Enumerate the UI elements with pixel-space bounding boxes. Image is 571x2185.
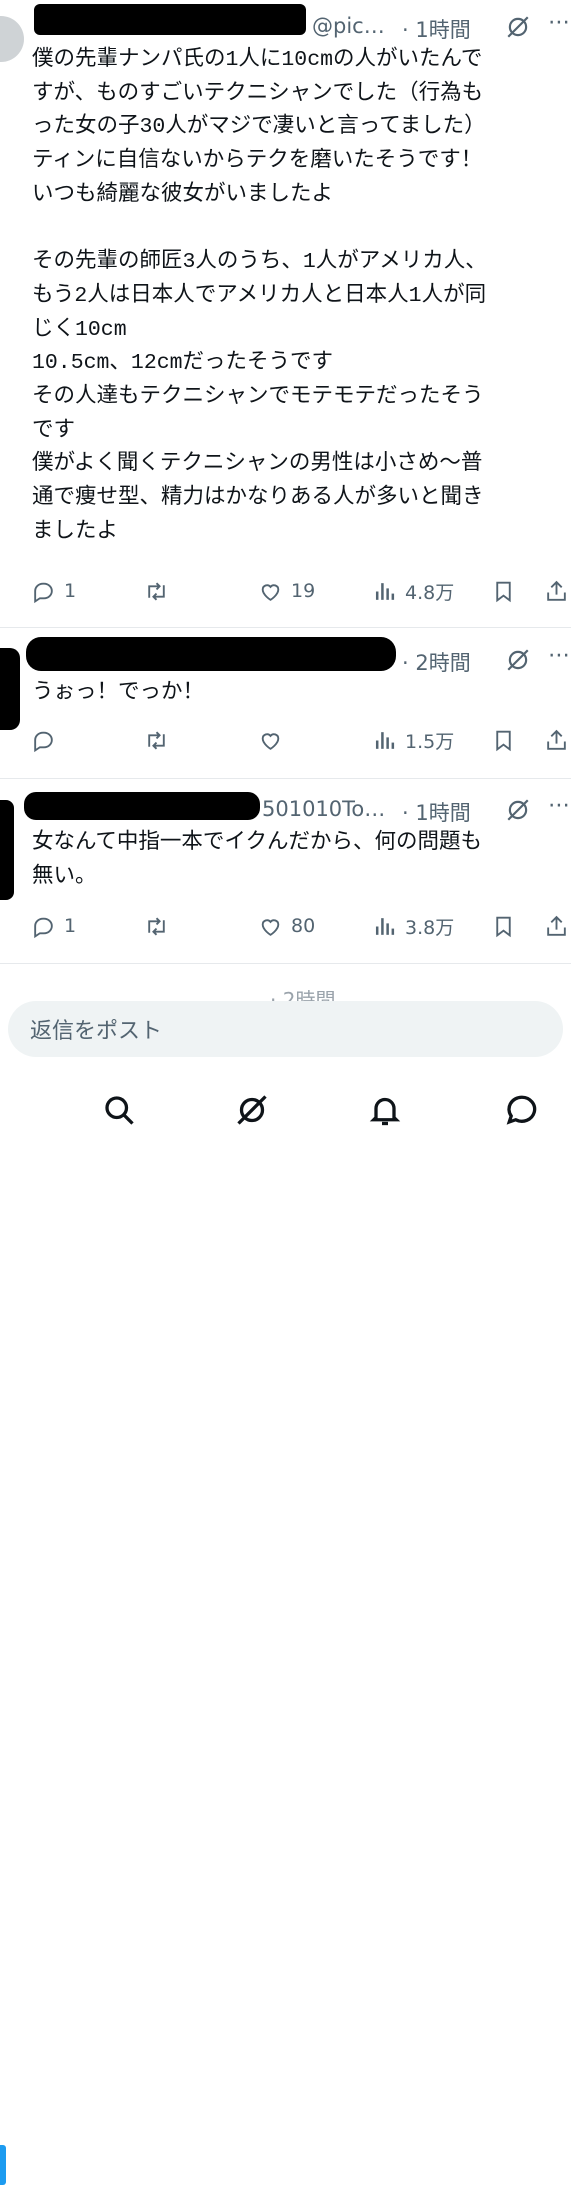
tweet-actions: 1 80 3.8万 (0, 906, 571, 946)
tweet-line: じく10cm (32, 317, 127, 342)
view-count: 3.8万 (405, 916, 455, 939)
more-options-icon[interactable]: ⋯ (548, 10, 571, 35)
tweet-line: 僕がよく聞くテクニシャンの男性は小さめ〜普 (32, 452, 483, 477)
tweet-time[interactable]: · 1時間 (402, 797, 471, 827)
tweet-line: 通で痩せ型、精力はかなりある人が多いと聞き (32, 486, 484, 511)
grok-icon (237, 1095, 267, 1125)
tweet-actions: 1 19 4.8万 (0, 571, 571, 611)
like-count: 19 (291, 580, 316, 602)
tweet-line: った女の子30人がマジで凄いと言ってました） (32, 115, 486, 140)
grok-tab[interactable] (234, 1092, 270, 1128)
message-icon (506, 1095, 537, 1125)
view-count: 4.8万 (405, 581, 455, 604)
tweet-line: 女なんて中指一本でイクんだから、何の問題も (32, 831, 482, 855)
bookmark-button[interactable] (491, 906, 516, 946)
redacted-display-name (34, 4, 306, 35)
reply-count: 1 (64, 580, 77, 602)
like-count: 80 (291, 915, 316, 937)
tweet-line: 10.5cm、12cmだったそうです (32, 351, 334, 376)
like-button[interactable]: 80 (258, 906, 315, 946)
reply-button[interactable] (31, 720, 56, 760)
reply-input[interactable]: 返信をポスト (8, 1001, 563, 1057)
redacted-display-name (24, 792, 260, 820)
redacted-display-name (26, 637, 396, 671)
share-button[interactable] (544, 720, 569, 760)
tweet-body: 女なんて中指一本でイクんだから、何の問題も 無い。 (32, 827, 482, 894)
tweet-body: うぉっ！でっか！ (32, 677, 204, 711)
tweet-line: 無い。 (32, 864, 97, 889)
retweet-button[interactable] (144, 571, 169, 611)
bookmark-button[interactable] (491, 571, 516, 611)
tweet-line: いつも綺麗な彼女がいましたよ (32, 182, 334, 207)
tweet-line: ティンに自信ないからテクを磨いたそうです！ (32, 149, 483, 174)
redacted-avatar (0, 648, 20, 730)
reply-count: 1 (64, 915, 77, 937)
bookmark-button[interactable] (491, 720, 516, 760)
tweet-line: です (32, 418, 76, 443)
notifications-tab[interactable] (367, 1092, 403, 1128)
tweet-line: その人達もテクニシャンでモテモテだったそう (32, 385, 484, 410)
more-options-icon[interactable]: ⋯ (548, 643, 571, 668)
bottom-tab-bar (0, 1065, 571, 2185)
home-active-indicator (0, 2145, 6, 2185)
tweet-line: うぉっ！でっか！ (32, 681, 205, 705)
tweet-line: 僕の先輩ナンパ氏の1人に10cmの人がいたんで (32, 48, 483, 72)
tweet-time[interactable]: · 1時間 (402, 14, 471, 44)
search-tab[interactable] (101, 1092, 137, 1128)
share-button[interactable] (544, 571, 569, 611)
tweet-line: すが、ものすごいテクニシャンでした（行為も (32, 81, 484, 106)
views-button[interactable]: 1.5万 (372, 720, 454, 760)
views-button[interactable]: 3.8万 (372, 906, 454, 946)
view-count: 1.5万 (405, 730, 455, 753)
divider (0, 778, 571, 779)
views-button[interactable]: 4.8万 (372, 571, 454, 611)
tweet-body: 僕の先輩ナンパ氏の1人に10cmの人がいたんで すが、ものすごいテクニシャンでし… (32, 44, 487, 550)
tweet-handle[interactable]: 501010To… (262, 797, 385, 821)
messages-tab[interactable] (504, 1092, 540, 1128)
grok-icon[interactable] (505, 647, 531, 673)
retweet-button[interactable] (144, 906, 169, 946)
avatar[interactable] (0, 16, 24, 62)
grok-icon[interactable] (505, 14, 531, 40)
grok-icon[interactable] (505, 797, 531, 823)
like-button[interactable] (258, 720, 283, 760)
reply-placeholder: 返信をポスト (30, 1019, 163, 1044)
tweet-handle[interactable]: @pic… (312, 14, 385, 38)
tweet-line: その先輩の師匠3人のうち、1人がアメリカ人、 (32, 250, 487, 275)
bell-icon (369, 1097, 401, 1126)
tweet-actions: 1.5万 (0, 720, 571, 760)
tweet-time[interactable]: · 2時間 (402, 647, 471, 677)
divider (0, 627, 571, 628)
divider (0, 963, 571, 964)
share-button[interactable] (544, 906, 569, 946)
like-button[interactable]: 19 (258, 571, 315, 611)
redacted-avatar (0, 800, 14, 900)
reply-button[interactable]: 1 (31, 571, 76, 611)
tweet-line: もう2人は日本人でアメリカ人と日本人1人が同 (32, 283, 487, 308)
reply-button[interactable]: 1 (31, 906, 76, 946)
more-options-icon[interactable]: ⋯ (548, 793, 571, 818)
retweet-button[interactable] (144, 720, 169, 760)
tweet-line: ましたよ (32, 519, 119, 544)
search-icon (105, 1096, 134, 1125)
